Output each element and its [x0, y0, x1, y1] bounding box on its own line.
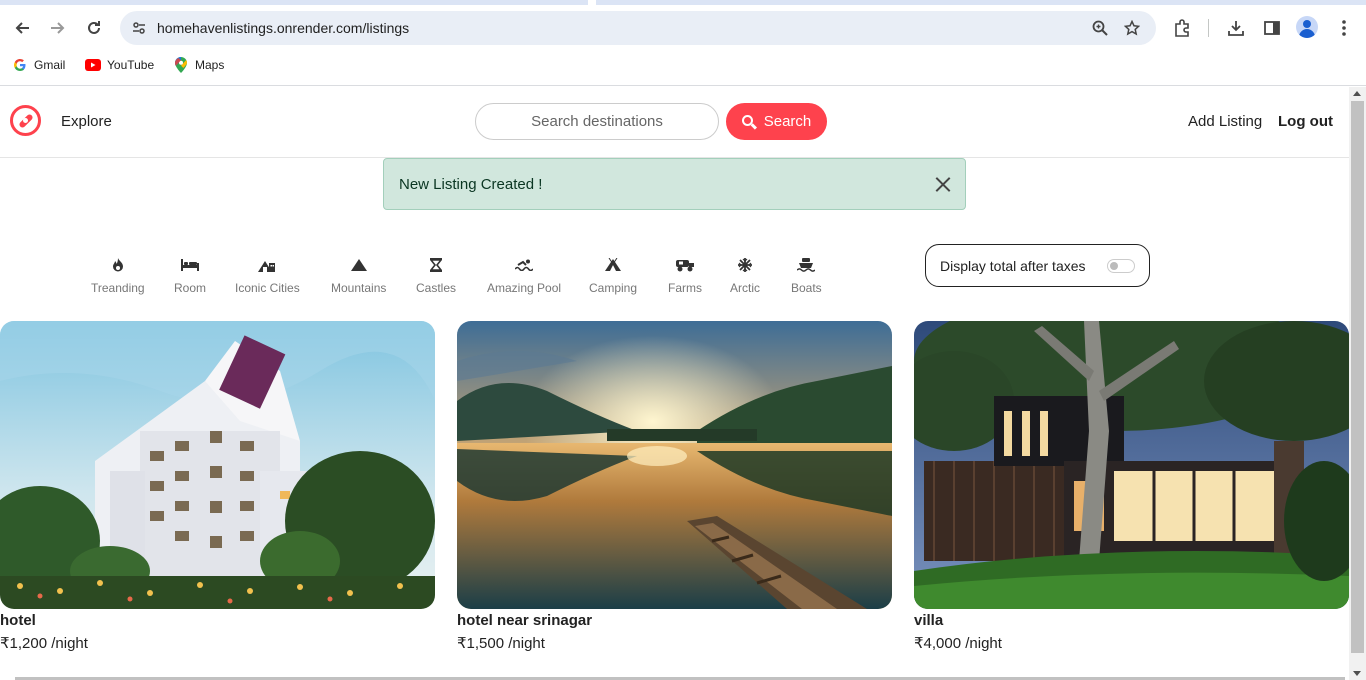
snowflake-icon [738, 255, 752, 275]
filter-label: Treanding [91, 281, 145, 295]
scroll-up-arrow-icon[interactable] [1353, 91, 1361, 96]
filter-boats[interactable]: Boats [791, 255, 822, 295]
bookmark-maps[interactable]: Maps [173, 54, 224, 76]
scrollbar-thumb[interactable] [1351, 101, 1364, 653]
bookmark-label: YouTube [107, 58, 155, 72]
search-input[interactable] [475, 103, 719, 140]
bookmark-label: Gmail [34, 58, 66, 72]
filter-farms[interactable]: Farms [668, 255, 702, 295]
fire-icon [112, 255, 124, 275]
site-settings-icon[interactable] [130, 19, 148, 37]
filter-label: Arctic [730, 281, 760, 295]
listing-price: ₹1,500 /night [457, 635, 545, 652]
category-filters: Treanding Room Iconic Cities Mountains C… [0, 255, 900, 299]
listing-price: ₹4,000 /night [914, 635, 1002, 652]
bookmark-gmail[interactable]: Gmail [12, 54, 65, 76]
search-button-label: Search [763, 113, 812, 130]
filter-label: Amazing Pool [487, 281, 562, 295]
site-navbar: Explore Search Add Listing Log out [0, 87, 1349, 158]
toolbar-divider [1208, 19, 1209, 37]
ship-icon [797, 255, 816, 275]
compass-logo-icon[interactable] [10, 105, 41, 136]
filter-mountains[interactable]: Mountains [331, 255, 386, 295]
bookmark-star-icon[interactable] [1122, 18, 1142, 38]
bed-icon [181, 255, 199, 275]
listing-card[interactable]: hotel near srinagar ₹1,500 /night [457, 321, 892, 652]
web-page: Explore Search Add Listing Log out New L… [0, 87, 1349, 680]
filter-label: Mountains [331, 281, 387, 295]
filter-castles[interactable]: Castles [416, 255, 456, 295]
listing-card[interactable]: hotel ₹1,200 /night [0, 321, 435, 652]
google-g-icon [12, 57, 28, 73]
download-icon[interactable] [1222, 14, 1250, 42]
youtube-icon [85, 57, 101, 73]
alert-message: New Listing Created ! [399, 176, 543, 193]
listing-image-villa[interactable] [914, 321, 1349, 609]
city-icon [258, 255, 276, 275]
filter-label: Boats [791, 281, 822, 295]
logout-link[interactable]: Log out [1278, 113, 1333, 130]
filter-label: Room [174, 281, 207, 295]
search-button[interactable]: Search [726, 103, 827, 140]
filter-trending[interactable]: Treanding [91, 255, 145, 295]
listing-card[interactable]: villa ₹4,000 /night [914, 321, 1349, 652]
listing-title: villa [914, 612, 944, 629]
forward-arrow-icon[interactable] [44, 14, 72, 42]
bookmark-youtube[interactable]: YouTube [85, 54, 154, 76]
scroll-down-arrow-icon[interactable] [1353, 671, 1361, 676]
side-panel-icon[interactable] [1258, 14, 1286, 42]
filter-arctic[interactable]: Arctic [730, 255, 760, 295]
filter-iconic-cities[interactable]: Iconic Cities [235, 255, 300, 295]
listing-image-hotel[interactable] [0, 321, 435, 609]
bookmark-label: Maps [195, 58, 225, 72]
mountain-icon [350, 255, 367, 275]
listing-title: hotel [0, 612, 36, 629]
browser-chrome: homehavenlistings.onrender.com/listings … [0, 0, 1366, 86]
close-icon[interactable] [933, 175, 953, 195]
reload-icon[interactable] [80, 14, 108, 42]
tab-strip [0, 0, 1366, 5]
menu-kebab-icon[interactable] [1330, 14, 1358, 42]
back-arrow-icon[interactable] [8, 14, 36, 42]
tax-toggle-switch[interactable] [1107, 259, 1135, 273]
pool-icon [515, 255, 534, 275]
filter-camping[interactable]: Camping [589, 255, 637, 295]
filter-label: Camping [589, 281, 638, 295]
address-bar[interactable]: homehavenlistings.onrender.com/listings [120, 11, 1156, 45]
filter-room[interactable]: Room [174, 255, 206, 295]
tent-icon [604, 255, 622, 275]
listing-image-hotel-near-srinagar[interactable] [457, 321, 892, 609]
zoom-icon[interactable] [1090, 18, 1110, 38]
castle-icon [430, 255, 442, 275]
filter-label: Iconic Cities [235, 281, 300, 295]
extensions-icon[interactable] [1168, 14, 1196, 42]
listing-title: hotel near srinagar [457, 612, 593, 629]
success-alert: New Listing Created ! [383, 158, 966, 210]
url-text: homehavenlistings.onrender.com/listings [157, 20, 410, 36]
tax-toggle-box: Display total after taxes [925, 244, 1150, 287]
filter-label: Castles [416, 281, 457, 295]
explore-link[interactable]: Explore [61, 113, 112, 130]
search-icon [741, 114, 757, 129]
tax-toggle-label: Display total after taxes [940, 258, 1086, 274]
filter-label: Farms [668, 281, 702, 295]
tractor-icon [675, 255, 695, 275]
profile-avatar-icon[interactable] [1296, 16, 1318, 38]
maps-pin-icon [173, 57, 189, 73]
filter-amazing-pool[interactable]: Amazing Pool [487, 255, 561, 295]
vertical-scrollbar[interactable] [1349, 87, 1366, 680]
listing-price: ₹1,200 /night [0, 635, 88, 652]
add-listing-link[interactable]: Add Listing [1188, 113, 1262, 130]
